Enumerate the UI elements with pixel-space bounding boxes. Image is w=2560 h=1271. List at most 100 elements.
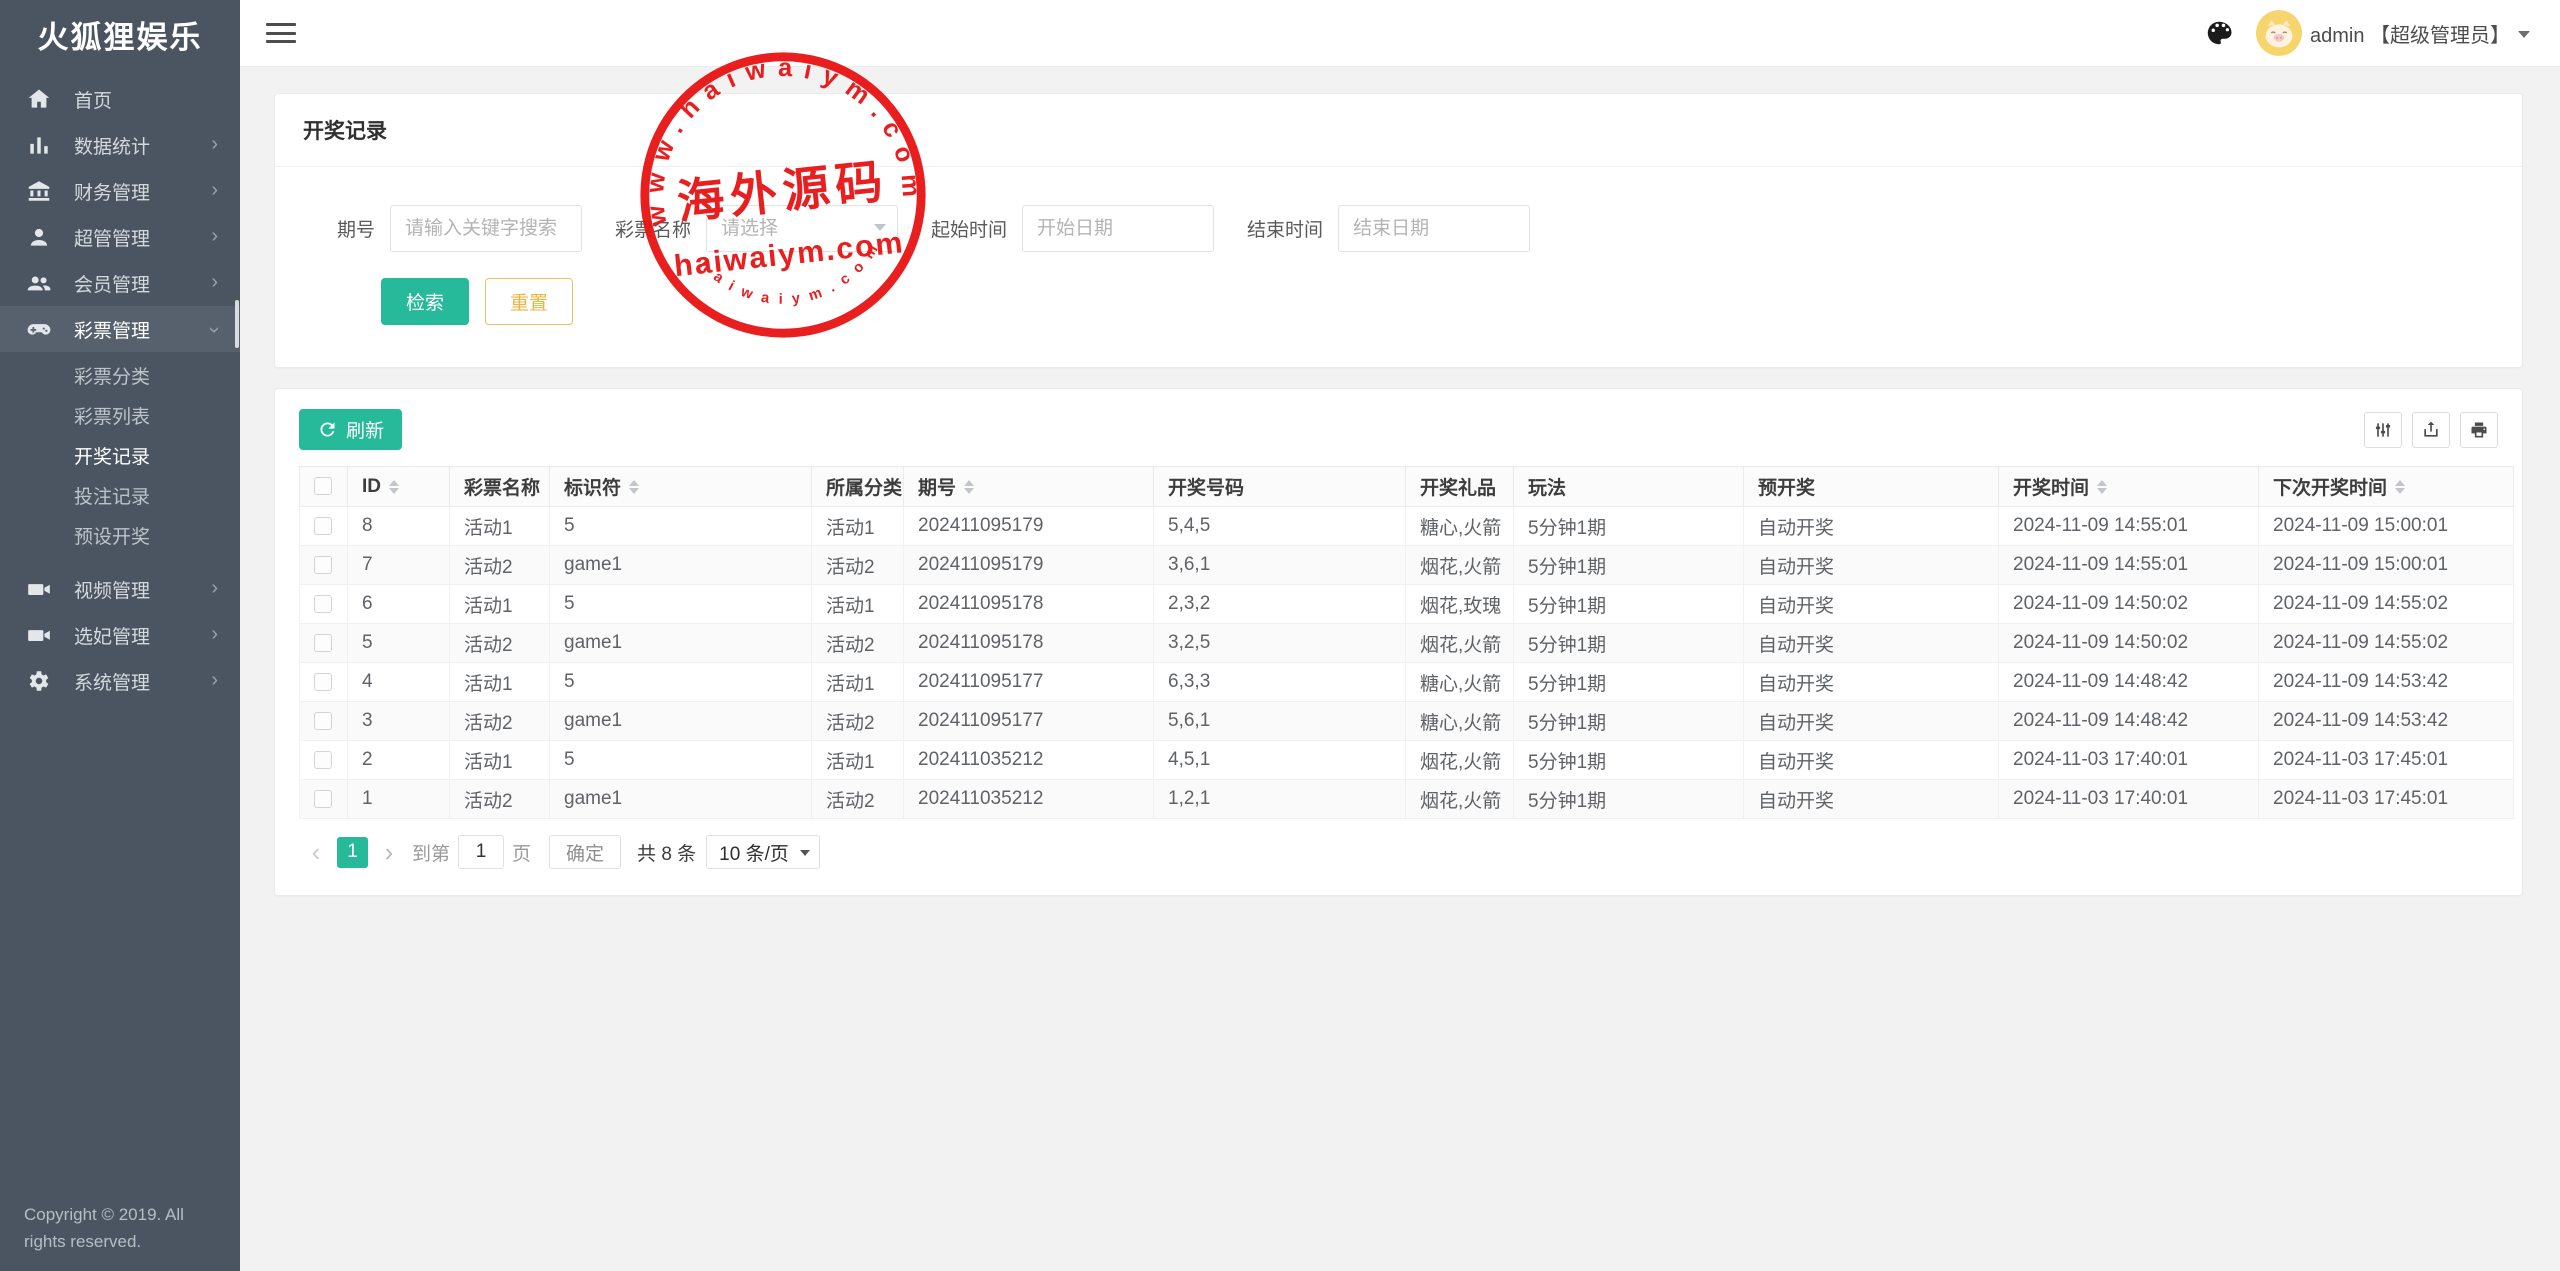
refresh-icon xyxy=(317,419,338,440)
chevron-icon: › xyxy=(211,624,218,644)
sort-icon[interactable] xyxy=(389,480,399,494)
goto-page-input[interactable] xyxy=(458,835,504,869)
table-cell: 2024-11-09 14:50:02 xyxy=(1999,585,2259,624)
select-all-checkbox[interactable] xyxy=(314,477,332,495)
topbar: admin 【超级管理员】 xyxy=(240,0,2560,67)
sidebar-item-财务管理[interactable]: 财务管理› xyxy=(0,168,240,214)
menu-toggle-icon[interactable] xyxy=(266,21,296,45)
table-cell: 202411095178 xyxy=(904,624,1154,663)
sidebar-item-超管管理[interactable]: 超管管理› xyxy=(0,214,240,260)
video-icon xyxy=(26,576,52,602)
search-panel: 开奖记录 期号 彩票名称 起始时间 结束时间 检 xyxy=(274,93,2523,368)
table-cell: 2024-11-03 17:40:01 xyxy=(1999,780,2259,819)
sidebar-item-首页[interactable]: 首页 xyxy=(0,76,240,122)
table-cell: 2024-11-09 14:55:02 xyxy=(2259,624,2514,663)
column-header-彩票名称: 彩票名称 xyxy=(450,467,550,507)
table-tool-icons xyxy=(2364,412,2498,448)
prev-page-button[interactable]: ‹ xyxy=(301,836,331,868)
sidebar: 火狐狸娱乐 首页数据统计›财务管理›超管管理›会员管理›彩票管理›彩票分类彩票列… xyxy=(0,0,240,1271)
table-cell: 自动开奖 xyxy=(1744,663,1999,702)
user-icon xyxy=(26,224,52,250)
sidebar-scrollbar[interactable] xyxy=(235,300,239,348)
table-cell: 活动2 xyxy=(450,780,550,819)
sidebar-subitem-预设开奖[interactable]: 预设开奖 xyxy=(0,518,240,558)
lottery-name-select[interactable] xyxy=(706,205,898,252)
table-cell: 自动开奖 xyxy=(1744,780,1999,819)
page-1-button[interactable]: 1 xyxy=(337,837,368,868)
table-cell: 2024-11-03 17:40:01 xyxy=(1999,741,2259,780)
print-button[interactable] xyxy=(2460,412,2498,448)
theme-palette-icon[interactable] xyxy=(2204,18,2234,48)
table-cell: 2024-11-09 14:55:01 xyxy=(1999,546,2259,585)
column-header-期号[interactable]: 期号 xyxy=(904,467,1154,507)
table-cell: 6 xyxy=(348,585,450,624)
sidebar-subitem-彩票列表[interactable]: 彩票列表 xyxy=(0,398,240,438)
row-checkbox[interactable] xyxy=(314,634,332,652)
gamepad-icon xyxy=(26,316,52,342)
row-checkbox[interactable] xyxy=(314,556,332,574)
chart-icon xyxy=(26,132,52,158)
sidebar-item-label: 首页 xyxy=(74,86,112,113)
row-checkbox[interactable] xyxy=(314,595,332,613)
sort-icon[interactable] xyxy=(629,480,639,494)
search-button[interactable]: 检索 xyxy=(381,278,469,325)
records-panel: 刷新 ID彩票名称标识符所属分类期号开奖号码开奖礼品玩法预开奖开奖时间下次开奖时… xyxy=(274,388,2523,896)
table-cell: 活动1 xyxy=(812,585,904,624)
sidebar-item-系统管理[interactable]: 系统管理› xyxy=(0,658,240,704)
table-cell: 202411095178 xyxy=(904,585,1154,624)
user-menu[interactable]: admin 【超级管理员】 xyxy=(2256,10,2530,56)
table-cell: 202411035212 xyxy=(904,741,1154,780)
sort-icon[interactable] xyxy=(2395,480,2405,494)
table-cell: 自动开奖 xyxy=(1744,702,1999,741)
row-checkbox[interactable] xyxy=(314,673,332,691)
page-size-select[interactable]: 10 条/页 xyxy=(706,835,820,869)
sort-icon[interactable] xyxy=(964,480,974,494)
sidebar-subitem-彩票分类[interactable]: 彩票分类 xyxy=(0,358,240,398)
sort-icon[interactable] xyxy=(2097,480,2107,494)
issue-label: 期号 xyxy=(337,215,375,242)
page-size-value: 10 条/页 xyxy=(719,839,789,866)
table-cell: 糖心,火箭 xyxy=(1406,663,1514,702)
table-cell: 202411095177 xyxy=(904,702,1154,741)
reset-button[interactable]: 重置 xyxy=(485,278,573,325)
table-cell: 5分钟1期 xyxy=(1514,741,1744,780)
sidebar-subitem-投注记录[interactable]: 投注记录 xyxy=(0,478,240,518)
table-cell: 202411095177 xyxy=(904,663,1154,702)
column-header-开奖礼品: 开奖礼品 xyxy=(1406,467,1514,507)
goto-confirm-button[interactable]: 确定 xyxy=(549,835,621,869)
issue-input[interactable] xyxy=(390,205,582,252)
sidebar-item-选妃管理[interactable]: 选妃管理› xyxy=(0,612,240,658)
table-row: 8活动15活动12024110951795,4,5糖心,火箭5分钟1期自动开奖2… xyxy=(300,507,2514,546)
sidebar-item-彩票管理[interactable]: 彩票管理› xyxy=(0,306,240,352)
row-checkbox[interactable] xyxy=(314,751,332,769)
sidebar-item-视频管理[interactable]: 视频管理› xyxy=(0,566,240,612)
table-cell: game1 xyxy=(550,702,812,741)
column-header-开奖时间[interactable]: 开奖时间 xyxy=(1999,467,2259,507)
end-date-input[interactable] xyxy=(1338,205,1530,252)
chevron-icon: › xyxy=(211,134,218,154)
column-header-标识符[interactable]: 标识符 xyxy=(550,467,812,507)
sidebar-item-会员管理[interactable]: 会员管理› xyxy=(0,260,240,306)
table-cell: 2 xyxy=(348,741,450,780)
row-checkbox[interactable] xyxy=(314,517,332,535)
column-header-ID[interactable]: ID xyxy=(348,467,450,507)
export-button[interactable] xyxy=(2412,412,2450,448)
lottery-name-select-value[interactable] xyxy=(706,205,898,252)
table-cell: 5分钟1期 xyxy=(1514,780,1744,819)
goto-label: 到第 xyxy=(412,839,450,866)
sidebar-subitem-开奖记录[interactable]: 开奖记录 xyxy=(0,438,240,478)
refresh-button[interactable]: 刷新 xyxy=(299,409,402,450)
row-checkbox[interactable] xyxy=(314,712,332,730)
table-cell: game1 xyxy=(550,780,812,819)
table-cell: 活动1 xyxy=(450,507,550,546)
next-page-button[interactable]: › xyxy=(374,836,404,868)
table-cell: 烟花,玫瑰 xyxy=(1406,585,1514,624)
row-checkbox[interactable] xyxy=(314,790,332,808)
table-cell: 3 xyxy=(348,702,450,741)
sidebar-item-数据统计[interactable]: 数据统计› xyxy=(0,122,240,168)
columns-button[interactable] xyxy=(2364,412,2402,448)
end-time-label: 结束时间 xyxy=(1247,215,1323,242)
start-date-input[interactable] xyxy=(1022,205,1214,252)
table-cell: 5分钟1期 xyxy=(1514,663,1744,702)
column-header-下次开奖时间[interactable]: 下次开奖时间 xyxy=(2259,467,2514,507)
